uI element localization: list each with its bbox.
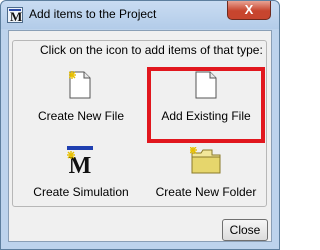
title-bar[interactable]: M Add items to the Project X <box>1 1 279 29</box>
create-new-file-label: Create New File <box>37 109 125 123</box>
item-type-group: Click on the icon to add items of that t… <box>12 40 267 207</box>
simulation-icon: M <box>67 146 93 175</box>
window-close-button[interactable]: X <box>227 1 271 20</box>
selection-highlight <box>147 67 265 143</box>
group-legend: Click on the icon to add items of that t… <box>37 43 266 57</box>
create-simulation-tile[interactable]: M Create Simulation <box>21 145 141 205</box>
window-title: Add items to the Project <box>29 7 157 21</box>
create-new-file-tile[interactable]: Create New File <box>21 71 141 131</box>
new-folder-icon <box>190 147 221 174</box>
dialog-window: M Add items to the Project X Click on th… <box>0 0 280 250</box>
create-simulation-label: Create Simulation <box>33 185 129 199</box>
create-new-folder-tile[interactable]: Create New Folder <box>146 145 266 205</box>
dialog-body: Click on the icon to add items of that t… <box>8 30 272 242</box>
m-logo-icon: M <box>7 7 23 24</box>
close-button[interactable]: Close <box>222 219 268 241</box>
create-new-folder-label: Create New Folder <box>155 185 257 199</box>
new-file-icon <box>69 71 91 99</box>
